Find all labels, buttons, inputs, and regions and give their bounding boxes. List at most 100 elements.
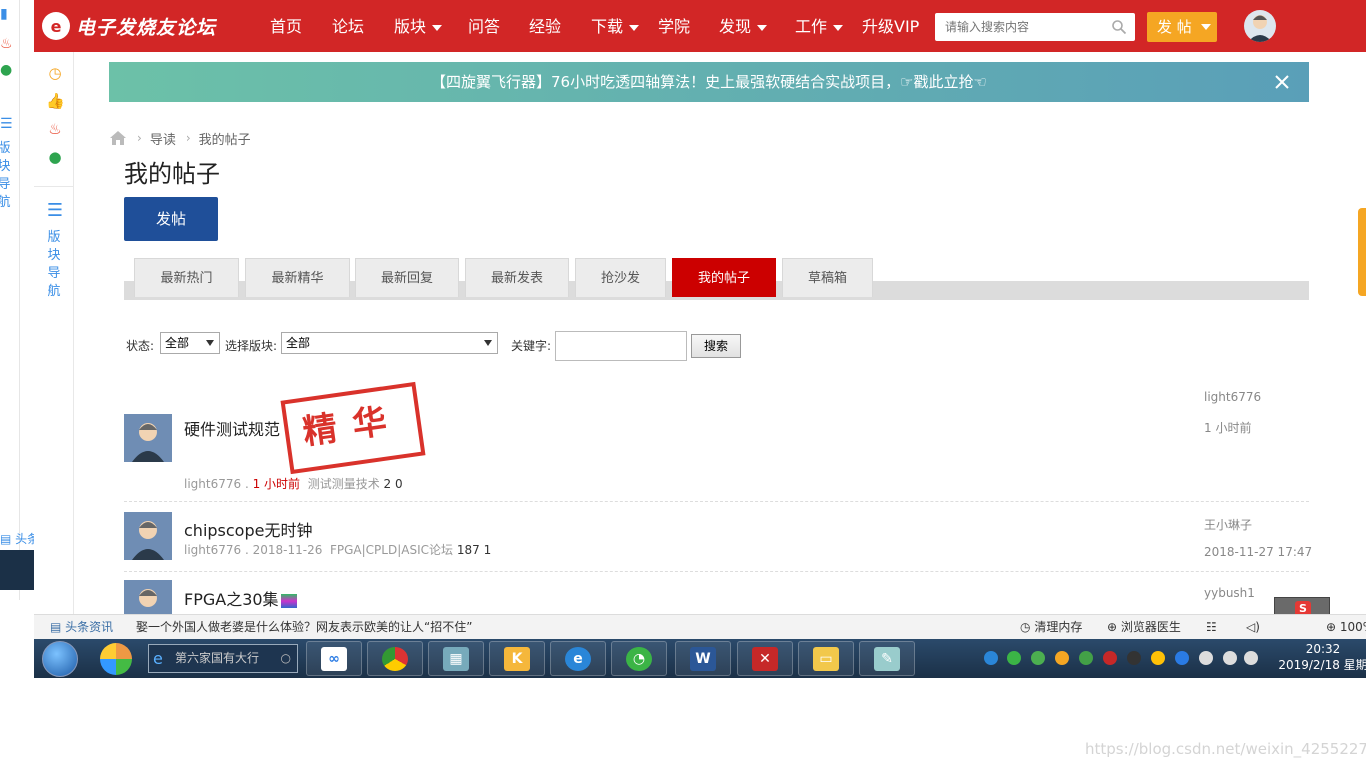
- taskbar-app-explorer[interactable]: ▭: [798, 641, 854, 676]
- keyword-input[interactable]: [555, 331, 687, 361]
- taskbar-app-word[interactable]: W: [675, 641, 731, 676]
- author-avatar[interactable]: [124, 414, 172, 462]
- taskbar-app-ie[interactable]: e: [550, 641, 606, 676]
- search-icon[interactable]: [1111, 19, 1127, 35]
- thumbs-up-icon[interactable]: 👍: [46, 92, 65, 110]
- taskbar-app-paint[interactable]: ✎: [859, 641, 915, 676]
- menu-icon[interactable]: ☰: [46, 202, 64, 220]
- last-reply-user[interactable]: light6776: [1204, 390, 1261, 404]
- tab-newest[interactable]: 最新发表: [465, 258, 569, 297]
- nav-academy[interactable]: 学院: [658, 0, 690, 52]
- user-icon[interactable]: ●: [0, 62, 12, 78]
- search-input[interactable]: [935, 13, 1105, 41]
- tray-device-icon[interactable]: [1199, 651, 1213, 665]
- last-reply-time: 2018-11-27 17:47: [1204, 545, 1313, 559]
- thread-board[interactable]: 测试测量技术: [308, 477, 380, 491]
- browser-news-bar: ▤ 头条资讯 娶一个外国人做老婆是什么体验？网友表示欧美的让人“招不住” ◷ 清…: [34, 614, 1366, 639]
- tray-plus-icon[interactable]: [1151, 651, 1165, 665]
- app-launcher-icon[interactable]: [100, 643, 132, 675]
- feed-icon[interactable]: ☷: [1206, 615, 1217, 639]
- tab-hot[interactable]: 最新热门: [134, 258, 239, 297]
- board-nav-char[interactable]: 块: [46, 247, 62, 265]
- nav-home[interactable]: 首页: [270, 0, 302, 52]
- tray-shield-icon[interactable]: [1079, 651, 1093, 665]
- thread-author[interactable]: light6776: [184, 543, 241, 557]
- csdn-watermark: https://blog.csdn.net/weixin_42552279: [1085, 740, 1366, 758]
- feedback-side-tab[interactable]: [1358, 208, 1366, 296]
- fire-icon[interactable]: ♨: [46, 120, 64, 138]
- tab-drafts[interactable]: 草稿箱: [782, 258, 873, 297]
- board-nav-char[interactable]: 版: [46, 229, 62, 247]
- breadcrumb-item[interactable]: 导读: [150, 129, 176, 148]
- tray-ie-icon[interactable]: [984, 651, 998, 665]
- nav-label: 版块: [394, 17, 427, 36]
- breadcrumb-item[interactable]: 我的帖子: [199, 129, 251, 148]
- taskbar-app-baidu[interactable]: ∞: [306, 641, 362, 676]
- thread-title[interactable]: chipscope无时钟: [184, 517, 312, 541]
- menu-icon[interactable]: ☰: [0, 116, 13, 132]
- taskbar-app-kingsoft[interactable]: K: [489, 641, 545, 676]
- tab-my-posts[interactable]: 我的帖子: [672, 258, 776, 297]
- site-logo[interactable]: e 电子发烧友论坛: [42, 10, 216, 42]
- clock-icon[interactable]: ◷: [46, 64, 64, 82]
- nav-download[interactable]: 下载: [591, 0, 640, 52]
- tab-digest[interactable]: 最新精华: [245, 258, 350, 297]
- clear-memory-button[interactable]: ◷ 清理内存: [1020, 615, 1082, 639]
- close-icon[interactable]: [1273, 73, 1291, 91]
- folder-icon: ▭: [813, 647, 839, 671]
- post-dropdown-button[interactable]: 发 帖: [1147, 12, 1217, 42]
- author-avatar[interactable]: [124, 512, 172, 560]
- outer-sidebar: ▮ ♨ ● ☰ 版 块 导 航 ▤ 头条: [0, 0, 39, 600]
- fire-icon[interactable]: ♨: [0, 36, 13, 52]
- status-select[interactable]: 全部: [160, 332, 220, 354]
- tray-volume-icon[interactable]: [1223, 651, 1237, 665]
- promo-banner[interactable]: 【四旋翼飞行器】76小时吃透四轴算法！史上最强软硬结合实战项目，☞戳此立抢☜: [109, 62, 1309, 102]
- home-icon[interactable]: [109, 130, 127, 146]
- user-icon[interactable]: ●: [46, 148, 64, 166]
- taskbar-app-wechat[interactable]: ◔: [611, 641, 667, 676]
- user-avatar[interactable]: [1244, 10, 1276, 42]
- nav-experience[interactable]: 经验: [529, 0, 561, 52]
- thread-board[interactable]: FPGA|CPLD|ASIC论坛: [330, 543, 453, 557]
- tray-wechat-icon[interactable]: [1007, 651, 1021, 665]
- tray-app-icon[interactable]: [1055, 651, 1069, 665]
- nav-boards[interactable]: 版块: [394, 0, 443, 52]
- news-label[interactable]: ▤ 头条资讯: [50, 615, 113, 639]
- board-nav-char[interactable]: 导: [46, 265, 62, 283]
- browser-doctor-button[interactable]: ⊕ 浏览器医生: [1107, 615, 1181, 639]
- nav-forum[interactable]: 论坛: [332, 0, 364, 52]
- taskbar-app-control[interactable]: ▦: [428, 641, 484, 676]
- keyword-search-button[interactable]: 搜索: [691, 334, 741, 358]
- tab-replies[interactable]: 最新回复: [355, 258, 459, 297]
- tray-network-icon[interactable]: [1244, 651, 1258, 665]
- windows-start-icon[interactable]: [42, 641, 78, 677]
- nav-jobs[interactable]: 工作: [795, 0, 844, 52]
- tray-xilinx-icon[interactable]: [1103, 651, 1117, 665]
- taskbar-search[interactable]: e 第六家国有大行 ○: [148, 644, 298, 673]
- nav-qa[interactable]: 问答: [468, 0, 500, 52]
- zoom-control[interactable]: ⊕ 100%: [1326, 615, 1366, 639]
- new-post-button[interactable]: 发帖: [124, 197, 218, 241]
- system-clock[interactable]: 20:32 2019/2/18 星期: [1278, 641, 1366, 673]
- nav-vip[interactable]: 升级VIP: [862, 0, 919, 52]
- thread-title[interactable]: FPGA之30集: [184, 586, 297, 610]
- taskbar-app-xilinx[interactable]: ✕: [737, 641, 793, 676]
- nav-discover[interactable]: 发现: [719, 0, 768, 52]
- nav-label: 论坛: [332, 17, 365, 36]
- last-reply-user[interactable]: yybush1: [1204, 586, 1255, 600]
- board-nav-char[interactable]: 航: [46, 283, 62, 301]
- thread-author[interactable]: light6776: [184, 477, 241, 491]
- thread-title[interactable]: 硬件测试规范: [184, 416, 280, 440]
- board-select[interactable]: 全部: [281, 332, 498, 354]
- news-headline[interactable]: 娶一个外国人做老婆是什么体验？网友表示欧美的让人“招不住”: [136, 615, 472, 639]
- author-avatar[interactable]: [124, 580, 172, 614]
- last-reply-user[interactable]: 王小琳子: [1204, 516, 1252, 533]
- tray-qq-icon[interactable]: [1127, 651, 1141, 665]
- speaker-icon[interactable]: ◁): [1246, 615, 1260, 639]
- tray-security-icon[interactable]: [1031, 651, 1045, 665]
- tray-cloud-icon[interactable]: [1175, 651, 1189, 665]
- tab-sofa[interactable]: 抢沙发: [575, 258, 666, 297]
- taskbar-app-chrome[interactable]: [367, 641, 423, 676]
- thread-row: FPGA之30集 yybush1: [124, 572, 1309, 614]
- thumbs-up-icon[interactable]: ▮: [0, 6, 8, 22]
